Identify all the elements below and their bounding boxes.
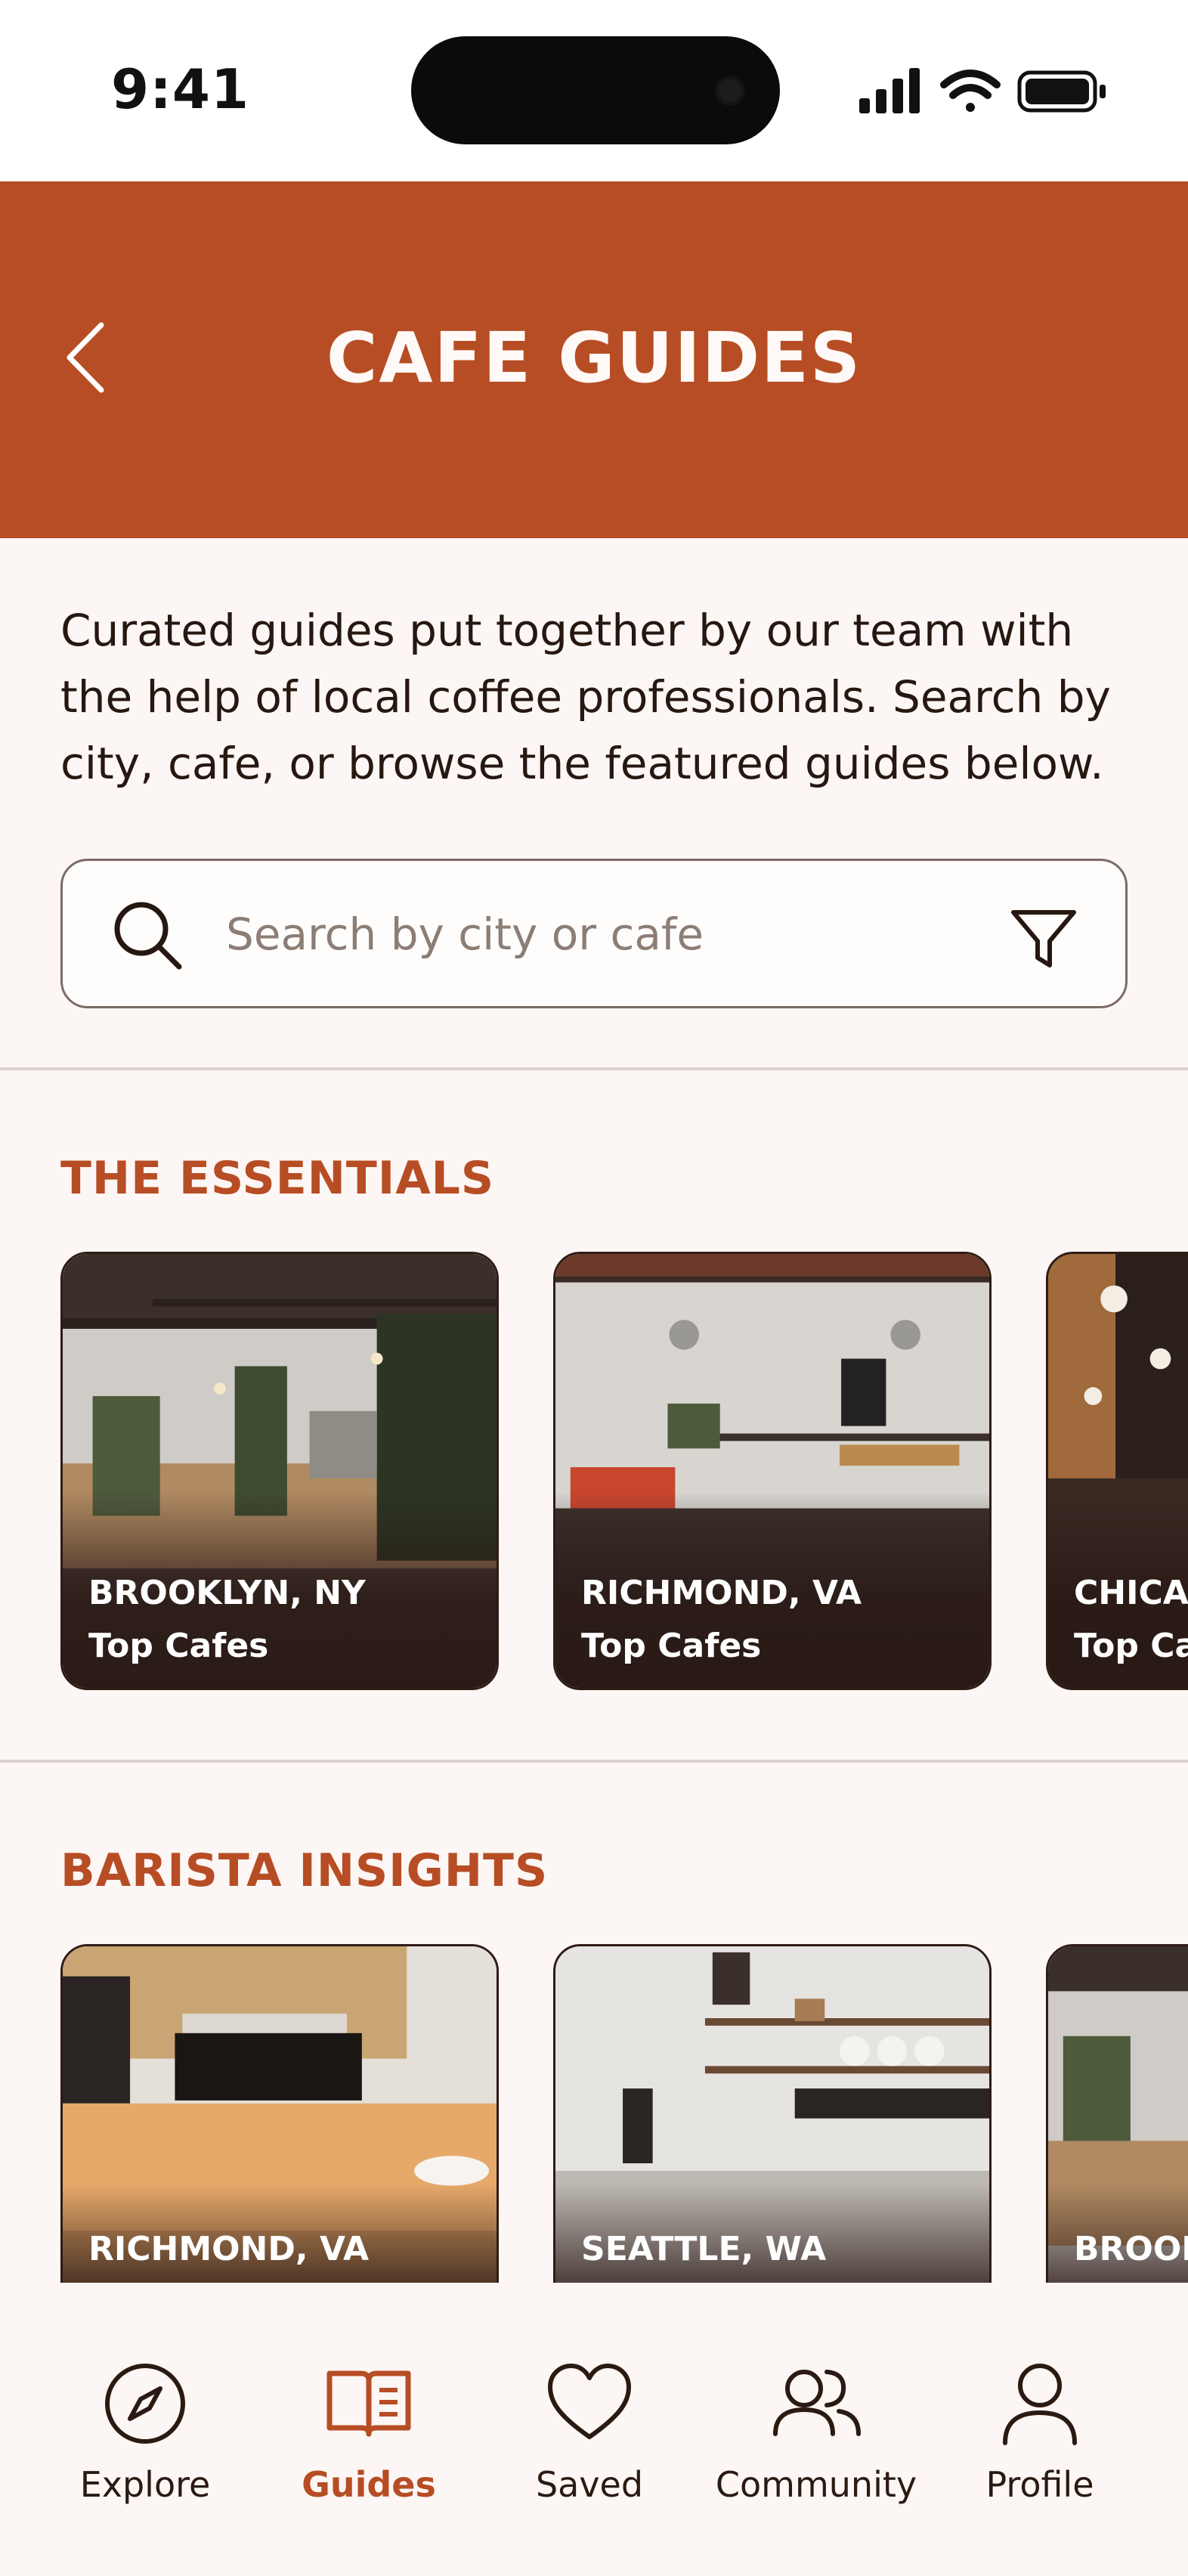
barista-insights-title: BARISTA INSIGHTS	[60, 1844, 549, 1897]
book-icon	[326, 2370, 411, 2437]
heart-icon	[548, 2364, 631, 2439]
card-subtitle: Top Cafes	[88, 1627, 269, 1665]
signal-icon	[859, 68, 920, 113]
search-bar[interactable]	[60, 859, 1128, 1008]
tab-label: Community	[715, 2464, 917, 2505]
guide-card-brooklyn[interactable]: BROOKLYN, NY Top Cafes	[60, 1252, 499, 1690]
wifi-icon	[940, 70, 1001, 112]
insight-card-brooklyn[interactable]: BROOKLYN, NY	[1046, 1944, 1188, 2283]
people-icon	[773, 2370, 861, 2436]
card-city: CHICAGO, IL	[1074, 1574, 1188, 1612]
guide-card-chicago[interactable]: CHICAGO, IL Top Cafes	[1046, 1252, 1188, 1690]
tab-profile[interactable]: Profile	[927, 2358, 1153, 2525]
search-icon	[114, 902, 182, 970]
user-icon	[1003, 2364, 1077, 2445]
tab-label: Explore	[79, 2464, 211, 2505]
intro-text: Curated guides put together by our team …	[60, 605, 1111, 789]
tab-label: Saved	[535, 2464, 644, 2505]
section-divider	[0, 1760, 1188, 1763]
card-city: RICHMOND, VA	[88, 2230, 370, 2268]
section-divider	[0, 1067, 1188, 1070]
page-title: CAFE GUIDES	[326, 317, 862, 398]
battery-icon	[1017, 70, 1106, 113]
essentials-title: THE ESSENTIALS	[60, 1152, 495, 1205]
card-city: BROOKLYN, NY	[88, 1574, 366, 1612]
tab-guides[interactable]: Guides	[255, 2358, 482, 2525]
card-subtitle: Top Cafes	[581, 1627, 762, 1665]
card-city: RICHMOND, VA	[581, 1574, 862, 1612]
app-header: CAFE GUIDES	[0, 181, 1188, 538]
insight-card-richmond[interactable]: RICHMOND, VA	[60, 1944, 499, 2283]
tab-explore[interactable]: Explore	[32, 2358, 258, 2525]
card-subtitle: Top Cafes	[1074, 1627, 1188, 1665]
tab-label: Profile	[985, 2464, 1094, 2505]
guide-card-richmond[interactable]: RICHMOND, VA Top Cafes	[553, 1252, 992, 1690]
dynamic-island	[411, 36, 780, 144]
barista-carousel[interactable]: RICHMOND, VA SEATTLE, WA BROOKLYN, NY	[60, 1944, 1188, 2283]
filter-icon[interactable]	[1004, 897, 1083, 976]
status-bar: 9:41	[0, 0, 1188, 181]
tab-saved[interactable]: Saved	[476, 2358, 703, 2525]
status-icons	[859, 68, 1106, 113]
tab-bar: Explore Guides Saved Community Profile	[0, 2283, 1188, 2576]
tab-label: Guides	[302, 2464, 436, 2505]
tab-community[interactable]: Community	[703, 2358, 930, 2525]
camera-icon	[715, 76, 745, 106]
search-input[interactable]	[226, 900, 982, 968]
status-time: 9:41	[111, 57, 250, 121]
card-city: SEATTLE, WA	[581, 2230, 827, 2268]
essentials-carousel[interactable]: BROOKLYN, NY Top Cafes RICHMOND, VA Top …	[60, 1252, 1188, 1693]
card-city: BROOKLYN, NY	[1074, 2230, 1188, 2268]
compass-icon	[105, 2364, 185, 2444]
insight-card-seattle[interactable]: SEATTLE, WA	[553, 1944, 992, 2283]
